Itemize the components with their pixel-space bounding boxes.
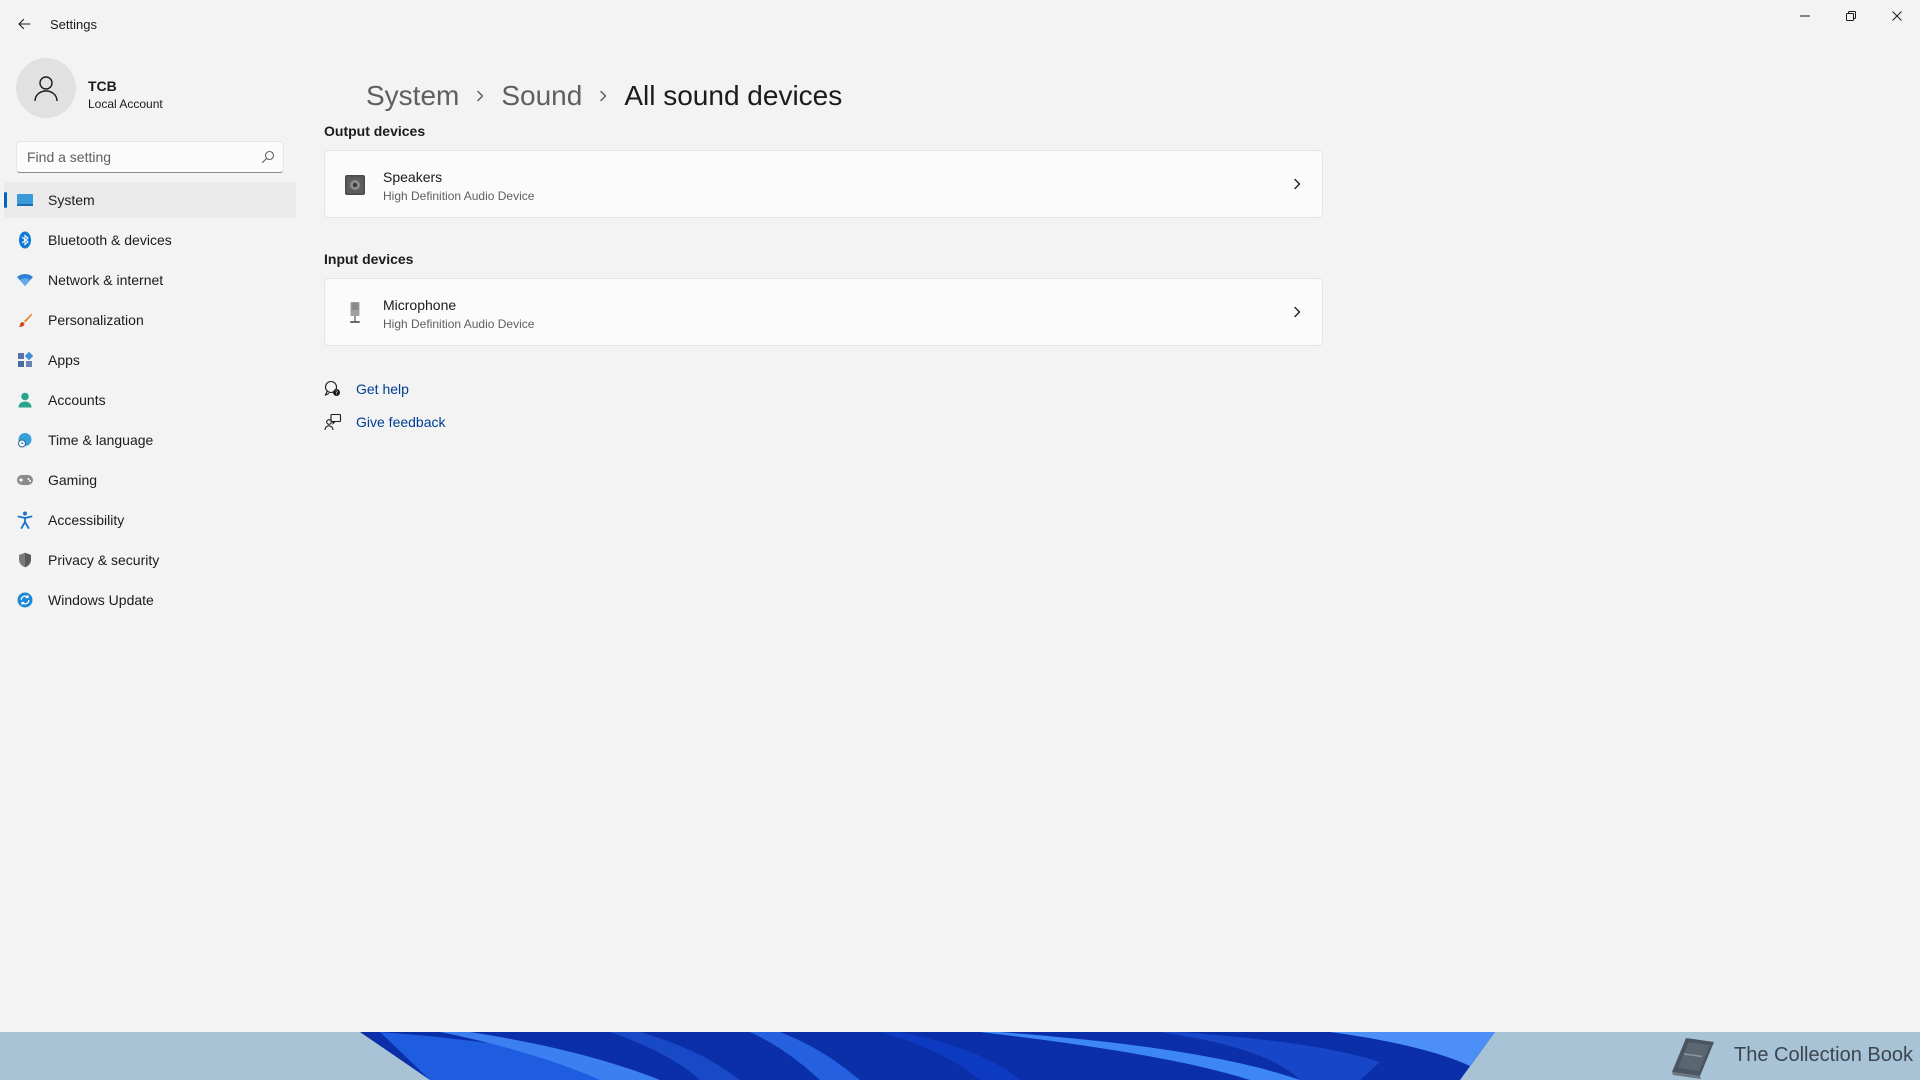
get-help-text: Get help (356, 381, 409, 397)
user-name: TCB (88, 78, 117, 94)
sidebar-item-label: Time & language (48, 432, 154, 448)
sidebar-nav: System Bluetooth & devices Network & int… (4, 182, 296, 622)
globe-clock-icon (16, 431, 34, 449)
output-devices-heading: Output devices (324, 123, 426, 139)
page-title: All sound devices (624, 80, 843, 111)
sidebar-item-label: Personalization (48, 312, 144, 328)
sidebar-item-network[interactable]: Network & internet (4, 262, 296, 298)
sidebar-item-bluetooth[interactable]: Bluetooth & devices (4, 222, 296, 258)
restore-icon (1846, 11, 1856, 21)
search-input[interactable] (27, 142, 247, 172)
sidebar-item-label: Gaming (48, 472, 98, 488)
settings-window: Settings TCB Local Account Find a settin… (0, 0, 1920, 1032)
sidebar-item-accessibility[interactable]: Accessibility (4, 502, 296, 538)
get-help-link[interactable]: ? Get help (324, 378, 409, 400)
svg-text:?: ? (335, 391, 338, 397)
user-card[interactable]: TCB Local Account (16, 56, 286, 120)
apps-icon (16, 351, 34, 369)
sidebar-item-label: Accessibility (48, 512, 125, 528)
account-type: Local Account (88, 97, 163, 111)
sidebar: TCB Local Account System Bluetooth & d (0, 48, 300, 1032)
book-icon (1672, 1038, 1714, 1079)
search-box[interactable] (16, 141, 284, 173)
wifi-icon (16, 271, 34, 289)
sidebar-item-apps[interactable]: Apps (4, 342, 296, 378)
feedback-icon (324, 413, 342, 431)
chevron-right-icon (1294, 306, 1301, 318)
accessibility-icon (16, 511, 34, 529)
restore-button[interactable] (1828, 0, 1874, 32)
breadcrumb-sound[interactable]: Sound (501, 80, 582, 112)
sidebar-item-label: Windows Update (48, 592, 154, 608)
sidebar-item-label: Privacy & security (48, 552, 160, 568)
sidebar-item-system[interactable]: System (4, 182, 296, 218)
give-feedback-text: Give feedback (356, 414, 446, 430)
breadcrumb-system[interactable]: System (366, 80, 459, 112)
shield-icon (16, 551, 34, 569)
brush-icon (16, 311, 34, 329)
speaker-icon (343, 173, 367, 197)
input-devices-heading: Input devices (324, 251, 414, 267)
update-icon (16, 591, 34, 609)
avatar (16, 58, 76, 118)
wallpaper-bloom-graphic (360, 1032, 1495, 1080)
give-feedback-link[interactable]: Give feedback (324, 411, 446, 433)
help-chat-icon: ? (324, 380, 342, 398)
device-card-speakers[interactable]: Speakers High Definition Audio Device (324, 150, 1323, 218)
search-icon (261, 150, 275, 164)
brand-text: The Collection Book (1734, 1044, 1913, 1066)
sidebar-item-label: Bluetooth & devices (48, 232, 172, 248)
bluetooth-icon (16, 231, 34, 249)
sidebar-item-personalization[interactable]: Personalization (4, 302, 296, 338)
gamepad-icon (16, 471, 34, 489)
device-name: Microphone (383, 297, 457, 313)
sidebar-item-accounts[interactable]: Accounts (4, 382, 296, 418)
minimize-button[interactable] (1782, 0, 1828, 32)
close-icon (1892, 11, 1902, 21)
system-icon (16, 191, 34, 209)
device-name: Speakers (383, 169, 443, 185)
sidebar-item-label: Accounts (48, 392, 106, 408)
user-avatar-icon (34, 76, 58, 102)
sidebar-item-gaming[interactable]: Gaming (4, 462, 296, 498)
back-arrow-icon (18, 18, 31, 30)
device-description: High Definition Audio Device (383, 317, 535, 331)
sidebar-item-label: Apps (48, 352, 80, 368)
device-card-microphone[interactable]: Microphone High Definition Audio Device (324, 278, 1323, 346)
title-bar: Settings (0, 0, 1920, 48)
sidebar-item-time-language[interactable]: Time & language (4, 422, 296, 458)
app-title: Settings (50, 17, 97, 32)
desktop-wallpaper-strip: The Collection Book (0, 1032, 1920, 1080)
sidebar-item-windows-update[interactable]: Windows Update (4, 582, 296, 618)
chevron-right-icon (475, 90, 485, 102)
close-button[interactable] (1874, 0, 1920, 32)
sidebar-item-privacy-security[interactable]: Privacy & security (4, 542, 296, 578)
chevron-right-icon (1294, 178, 1301, 190)
back-button[interactable] (10, 10, 38, 38)
chevron-right-icon (598, 90, 608, 102)
minimize-icon (1800, 15, 1810, 17)
device-description: High Definition Audio Device (383, 189, 535, 203)
sidebar-item-label: Network & internet (48, 272, 164, 288)
sidebar-item-label: System (48, 192, 95, 208)
breadcrumb: System Sound All sound devices (366, 76, 842, 116)
microphone-icon (343, 301, 367, 325)
person-icon (16, 391, 34, 409)
